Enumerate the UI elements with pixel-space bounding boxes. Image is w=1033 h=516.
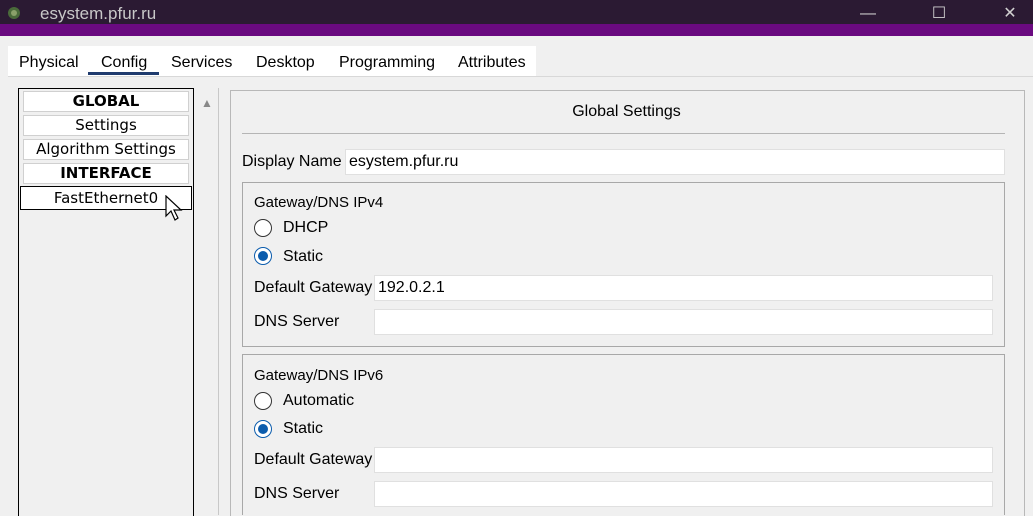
display-name-label: Display Name — [242, 153, 342, 170]
page-title: Global Settings — [572, 103, 681, 120]
ipv4-dhcp-label: DHCP — [283, 219, 329, 236]
ipv6-dns-label: DNS Server — [254, 485, 340, 502]
close-button[interactable]: ✕ — [990, 2, 1030, 26]
sidebar-scrollbar[interactable] — [196, 88, 219, 515]
ipv6-gateway-label: Default Gateway — [254, 451, 373, 468]
ipv4-dns-label: DNS Server — [254, 313, 340, 330]
ipv4-dhcp-radio[interactable] — [254, 219, 272, 237]
ipv4-group-title: Gateway/DNS IPv4 — [254, 194, 384, 211]
tab-services[interactable]: Services — [171, 54, 232, 72]
sidebar-item-algorithm-settings[interactable]: Algorithm Settings — [23, 139, 189, 160]
tab-divider — [8, 76, 1033, 77]
sidebar-header-interface: INTERFACE — [23, 163, 189, 184]
ipv6-dns-field[interactable] — [374, 481, 993, 507]
minimize-button[interactable]: — — [848, 2, 888, 26]
mouse-pointer-icon — [165, 195, 183, 221]
sidebar-list: GLOBAL Settings Algorithm Settings INTER… — [18, 88, 194, 516]
title-divider — [242, 133, 1005, 134]
ipv6-automatic-radio[interactable] — [254, 392, 272, 410]
app-icon — [8, 7, 20, 19]
ipv6-automatic-label: Automatic — [283, 392, 355, 409]
sidebar-header-global: GLOBAL — [23, 91, 189, 112]
tab-physical[interactable]: Physical — [19, 54, 79, 72]
ipv6-group-title: Gateway/DNS IPv6 — [254, 367, 384, 384]
ipv6-static-radio[interactable] — [254, 420, 272, 438]
ipv4-gateway-label: Default Gateway — [254, 279, 373, 296]
window-title: esystem.pfur.ru — [40, 4, 157, 23]
active-tab-indicator — [88, 72, 159, 75]
sidebar-item-settings[interactable]: Settings — [23, 115, 189, 136]
display-name-field[interactable]: esystem.pfur.ru — [345, 149, 1005, 175]
ipv4-static-radio[interactable] — [254, 247, 272, 265]
ipv4-dns-field[interactable] — [374, 309, 993, 335]
ipv6-static-label: Static — [283, 420, 324, 437]
tab-desktop[interactable]: Desktop — [256, 54, 315, 72]
ipv6-gateway-field[interactable] — [374, 447, 993, 473]
maximize-button[interactable]: ☐ — [919, 2, 959, 26]
tab-config[interactable]: Config — [101, 54, 147, 72]
title-bar: esystem.pfur.ru — ☐ ✕ — [0, 0, 1033, 36]
scroll-up-arrow-icon[interactable]: ▲ — [201, 96, 213, 110]
ipv4-gateway-field[interactable]: 192.0.2.1 — [374, 275, 993, 301]
tab-programming[interactable]: Programming — [339, 54, 435, 72]
tab-attributes[interactable]: Attributes — [458, 54, 526, 72]
ipv4-static-label: Static — [283, 248, 324, 265]
